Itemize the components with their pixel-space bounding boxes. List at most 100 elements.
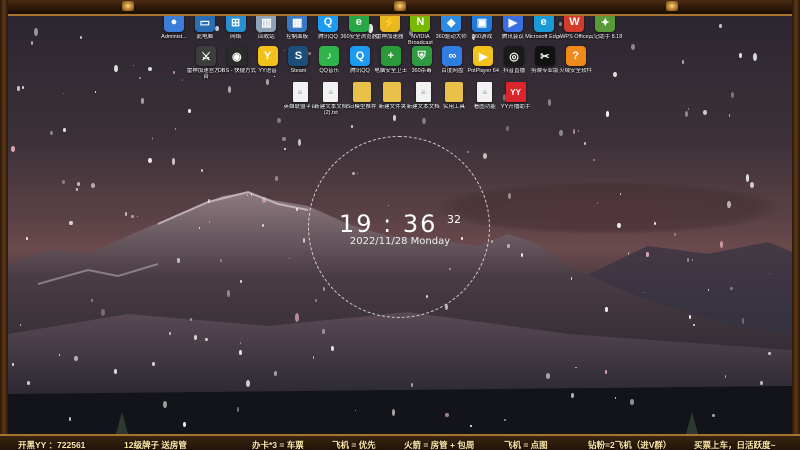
desktop-icon-label: YY开播助手 — [500, 104, 531, 110]
desktop-icon-label: 360杀毒 — [411, 68, 432, 74]
snowflake — [151, 137, 153, 140]
snowflake — [205, 337, 208, 342]
snowflake — [508, 192, 511, 199]
snowflake — [262, 224, 264, 227]
snowflake — [274, 175, 279, 181]
tree-decor — [686, 412, 698, 434]
snowflake — [177, 257, 180, 263]
info-bar-item: 飞机 = 点图 — [504, 440, 548, 450]
snowflake — [266, 79, 270, 85]
snowflake — [570, 393, 574, 398]
snowflake — [559, 129, 563, 136]
player-icon: ▶ — [473, 46, 494, 66]
snowflake — [753, 53, 758, 61]
snowflake — [718, 23, 722, 28]
desktop-icon[interactable]: ✦ 云记助手 8.18 — [585, 12, 625, 40]
snowflake — [614, 397, 616, 399]
desktop-icon-label: QQ音乐 — [319, 68, 339, 74]
desktop-icon-label: 360游戏 — [471, 34, 493, 40]
snowflake — [245, 379, 250, 388]
snowflake — [627, 252, 630, 255]
snowflake — [315, 298, 318, 302]
editor-icon: ✂ — [534, 46, 555, 66]
snowflake — [741, 318, 745, 324]
desktop-icon-label: 网络 — [230, 34, 242, 40]
live-icon: ◎ — [504, 46, 524, 66]
desktop-icon-label: Administ... — [161, 34, 187, 40]
desktop-icon-label: 此电脑 — [196, 34, 214, 40]
frame-gem-decor — [394, 1, 406, 11]
obs-icon: ◉ — [226, 46, 247, 66]
desktop-icon-label: 云记助手 8.18 — [588, 34, 623, 40]
clock-minute: 36 — [402, 210, 438, 238]
frame-gem-decor — [666, 1, 678, 11]
snowflake — [646, 251, 649, 258]
snowflake — [482, 153, 487, 160]
info-bar-item: 办卡*3 = 车票 — [252, 440, 304, 450]
snowflake — [674, 233, 676, 236]
desktop-icon-label: 新建文件夹 — [378, 104, 407, 110]
snowflake — [707, 288, 709, 291]
yy-icon: Y — [257, 46, 278, 66]
desktop-icon-label: YY语音 — [258, 68, 277, 74]
snowflake — [593, 159, 595, 161]
snowflake — [240, 280, 242, 284]
folder-icon — [383, 82, 402, 102]
folder-icon — [352, 82, 371, 102]
snowflake — [392, 115, 397, 121]
snowflake — [547, 98, 552, 106]
clock-time: 19 : 36 32 — [338, 210, 462, 238]
snowflake — [227, 86, 232, 94]
snowflake — [684, 110, 688, 117]
snowflake — [294, 313, 300, 322]
desktop-icon-label: 控制面板 — [286, 34, 309, 40]
info-bar-item: 飞机 = 优先 — [332, 440, 376, 450]
snowflake — [738, 52, 742, 59]
snowflake — [604, 306, 608, 313]
snowflake — [730, 287, 733, 291]
clock-hour: 19 — [338, 210, 374, 238]
snowflake — [444, 412, 449, 417]
clock-second: 32 — [447, 213, 462, 226]
snowflake — [26, 237, 28, 240]
snowflake — [22, 86, 24, 89]
document-icon: ≡ — [415, 82, 431, 102]
desktop-icon-label: 腾讯会议 — [501, 34, 524, 40]
antivirus-icon: ⛨ — [411, 46, 432, 66]
stream-info-bar: 开黑YY ：722561 12级牌子 送房管 办卡*3 = 车票 飞机 = 优先 火箭 … — [0, 434, 800, 450]
desktop-icon[interactable]: ? 火绒安全软件 — [556, 46, 596, 74]
snowflake — [140, 98, 144, 104]
clock-date: 2022/11/28 Monday — [349, 236, 451, 247]
snowflake — [91, 182, 96, 188]
document-icon: ≡ — [323, 82, 339, 102]
snowflake — [282, 136, 286, 141]
snowflake — [728, 114, 731, 117]
desktop-icon-label: 抖音直播 — [502, 68, 525, 74]
snowflake — [188, 109, 191, 113]
snowflake — [321, 328, 325, 334]
snowflake — [69, 221, 73, 226]
info-bar-item: 12级牌子 送房管 — [124, 440, 187, 450]
snowflake — [727, 201, 731, 209]
snowflake — [68, 416, 71, 421]
frame-gem-decor — [122, 1, 134, 11]
help-app-icon: ? — [565, 46, 586, 66]
frame-left-border — [0, 0, 8, 434]
snowflake — [163, 400, 167, 409]
snowflake — [114, 65, 118, 73]
desktop-icon-label: 回收站 — [258, 34, 275, 40]
music-icon: ♪ — [319, 46, 340, 66]
desktop-icon-label: 剪映专业版 — [531, 68, 559, 74]
snowflake — [617, 222, 621, 229]
info-bar-item: 钻粉=2飞机（进V群） — [588, 440, 672, 450]
snowflake — [26, 381, 30, 385]
snowflake — [17, 85, 20, 91]
cloud-drive-icon: ∞ — [442, 46, 463, 66]
desktop-icon-label: 火绒安全软件 — [559, 68, 593, 74]
desktop-icon-label: 腾讯QQ — [318, 34, 338, 40]
snowflake — [193, 334, 197, 340]
snowflake — [226, 289, 231, 297]
snowflake — [613, 72, 617, 78]
snowflake — [760, 381, 763, 385]
desktop-icon[interactable]: YY YY开播助手 — [496, 82, 536, 110]
